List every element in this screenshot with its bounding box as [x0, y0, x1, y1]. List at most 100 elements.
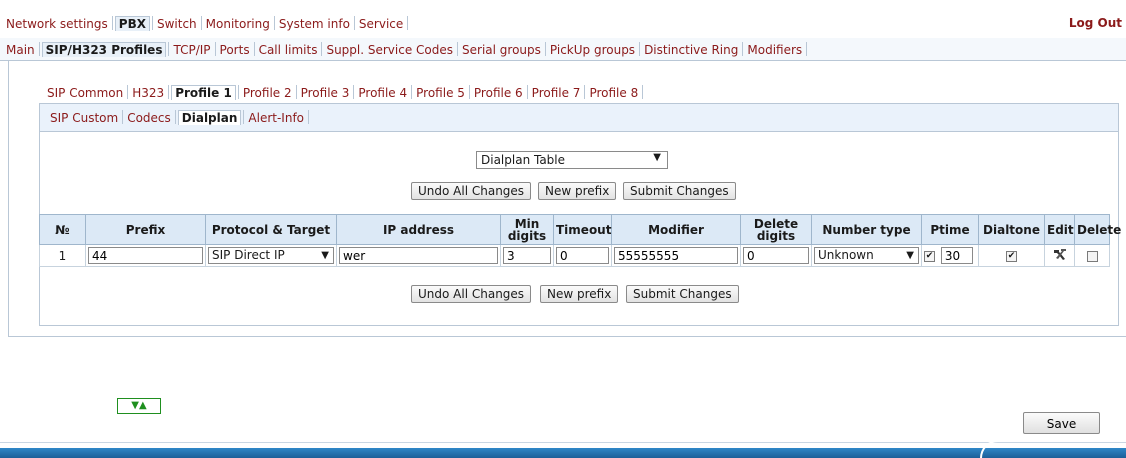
arrows-up-down-icon[interactable]: ▼▲	[117, 398, 161, 414]
col-header-timeout: Timeout	[553, 214, 612, 245]
separator	[308, 110, 310, 124]
dialplan-table: № Prefix Protocol & Target IP address Mi…	[39, 214, 1121, 267]
chevron-down-icon: ▼	[321, 250, 329, 261]
tab-sip-h323-profiles[interactable]: SIP/H323 Profiles	[41, 42, 167, 57]
separator	[353, 85, 355, 99]
delete-digits-input[interactable]	[743, 247, 809, 264]
tab-profile-4[interactable]: Profile 4	[356, 86, 409, 100]
tab-service[interactable]: Service	[357, 17, 405, 31]
chevron-down-icon: ▼	[906, 250, 914, 261]
tab-call-limits[interactable]: Call limits	[257, 43, 320, 57]
number-type-select[interactable]: Unknown ▼	[814, 247, 919, 264]
tab-network-settings[interactable]: Network settings	[4, 17, 110, 31]
delete-checkbox[interactable]	[1086, 250, 1098, 262]
separator	[168, 42, 170, 56]
tab-tcp-ip[interactable]: TCP/IP	[171, 43, 212, 57]
tab-alert-info[interactable]: Alert-Info	[246, 111, 306, 125]
new-prefix-button-bottom[interactable]: New prefix	[540, 285, 619, 303]
tab-profile-7[interactable]: Profile 7	[530, 86, 583, 100]
tab-monitoring[interactable]: Monitoring	[204, 17, 272, 31]
tab-sip-custom[interactable]: SIP Custom	[48, 111, 120, 125]
save-button[interactable]: Save	[1023, 412, 1100, 434]
separator	[253, 42, 255, 56]
submit-changes-button-top[interactable]: Submit Changes	[623, 182, 736, 200]
protocol-select[interactable]: SIP Direct IP ▼	[208, 247, 334, 264]
tab-sip-common[interactable]: SIP Common	[45, 86, 125, 100]
sub-menu-items: Main SIP/H323 Profiles TCP/IP Ports Call lim…	[4, 42, 809, 57]
separator	[38, 42, 40, 56]
number-type-cell: Unknown ▼	[811, 244, 922, 267]
undo-changes-button-bottom[interactable]: Undo All Changes	[411, 285, 532, 303]
col-header-num: №	[39, 214, 86, 245]
top-menu: Network settings PBX Switch Monitoring Syste…	[0, 12, 1126, 34]
separator	[127, 85, 129, 99]
min-digits-input[interactable]	[503, 247, 551, 264]
tab-dialplan[interactable]: Dialplan	[177, 110, 242, 125]
tab-distinctive-ring[interactable]: Distinctive Ring	[642, 43, 740, 57]
separator	[806, 42, 808, 56]
separator	[468, 85, 470, 99]
col-header-ptime: Ptime	[921, 214, 979, 245]
separator	[111, 16, 113, 30]
col-header-number-type: Number type	[811, 214, 922, 245]
prefix-input[interactable]	[88, 247, 203, 264]
tab-profile-5[interactable]: Profile 5	[414, 86, 467, 100]
tab-serial-groups[interactable]: Serial groups	[460, 43, 543, 57]
tab-profile-3[interactable]: Profile 3	[299, 86, 352, 100]
separator	[321, 42, 323, 56]
col-header-protocol: Protocol & Target	[205, 214, 337, 245]
logout-link[interactable]: Log Out	[1069, 16, 1122, 30]
new-prefix-button-top[interactable]: New prefix	[538, 182, 617, 200]
col-header-prefix: Prefix	[85, 214, 206, 245]
col-header-delete: Delete	[1074, 214, 1121, 245]
timeout-input[interactable]	[556, 247, 609, 264]
tab-pbx[interactable]: PBX	[114, 16, 150, 31]
tab-profile-6[interactable]: Profile 6	[472, 86, 525, 100]
ip-address-input[interactable]	[339, 247, 498, 264]
dialplan-select-value: Dialplan Table	[481, 153, 566, 167]
delete-digits-cell	[740, 244, 812, 267]
panel-tabs: SIP Custom Codecs Dialplan Alert-Info	[40, 104, 1118, 132]
separator	[200, 16, 202, 30]
ptime-cell: ✔	[921, 244, 979, 267]
col-header-delete-digits: Delete digits	[740, 214, 812, 245]
tab-h323[interactable]: H323	[130, 86, 166, 100]
tab-profile-8[interactable]: Profile 8	[587, 86, 640, 100]
tab-system-info[interactable]: System info	[277, 17, 352, 31]
separator	[457, 42, 459, 56]
table-row: 1 SIP Direct IP ▼ Unknown ▼ ✔	[39, 244, 1110, 267]
modifier-input[interactable]	[614, 247, 738, 264]
protocol-select-value: SIP Direct IP	[212, 248, 285, 262]
footer-divider	[0, 442, 1126, 443]
separator	[639, 42, 641, 56]
tab-switch[interactable]: Switch	[155, 17, 199, 31]
ptime-checkbox[interactable]: ✔	[924, 250, 935, 262]
ptime-input[interactable]	[940, 247, 973, 264]
dialtone-checkbox[interactable]: ✔	[1006, 250, 1017, 262]
timeout-cell	[553, 244, 612, 267]
tab-profile-1[interactable]: Profile 1	[171, 85, 236, 100]
separator	[642, 85, 644, 99]
tab-modifiers[interactable]: Modifiers	[745, 43, 804, 57]
tab-suppl-service-codes[interactable]: Suppl. Service Codes	[324, 43, 455, 57]
tab-pickup-groups[interactable]: PickUp groups	[548, 43, 637, 57]
col-header-min-digits: Min digits	[500, 214, 554, 245]
separator	[151, 16, 153, 30]
panel-tab-items: SIP Custom Codecs Dialplan Alert-Info	[48, 110, 311, 125]
tab-codecs[interactable]: Codecs	[125, 111, 173, 125]
dialtone-cell: ✔	[978, 244, 1045, 267]
row-num: 1	[39, 244, 86, 267]
col-header-edit: Edit	[1044, 214, 1075, 245]
footer-bar	[0, 448, 1126, 458]
tab-profile-2[interactable]: Profile 2	[241, 86, 294, 100]
dialplan-select[interactable]: Dialplan Table ▼	[476, 151, 668, 169]
ip-cell	[336, 244, 501, 267]
undo-changes-button-top[interactable]: Undo All Changes	[411, 182, 532, 200]
submit-changes-button-bottom[interactable]: Submit Changes	[626, 285, 739, 303]
hammer-wrench-icon[interactable]	[1052, 247, 1068, 261]
modifier-cell	[611, 244, 741, 267]
min-digits-cell	[500, 244, 554, 267]
tab-main[interactable]: Main	[4, 43, 37, 57]
tab-ports[interactable]: Ports	[218, 43, 252, 57]
col-header-dialtone: Dialtone	[978, 214, 1045, 245]
